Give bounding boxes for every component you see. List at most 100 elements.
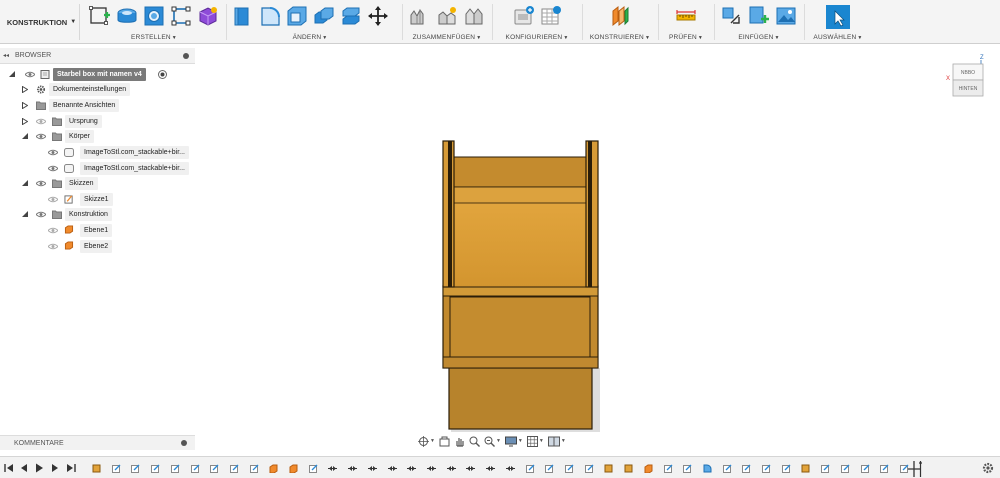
expand-arrow-icon[interactable] [21, 85, 29, 93]
tree-row-root[interactable]: Starbel box mit namen v4 [0, 68, 195, 81]
timeline-sketch-icon[interactable] [545, 464, 554, 473]
expand-arrow-icon[interactable] [21, 132, 29, 140]
timeline-sketch-icon[interactable] [762, 464, 771, 473]
timeline-move-icon[interactable] [368, 464, 377, 473]
visibility-eye-icon[interactable] [48, 243, 58, 250]
pattern-icon[interactable] [170, 5, 192, 27]
timeline-sketch-icon[interactable] [112, 464, 121, 473]
expand-arrow-icon[interactable] [21, 179, 29, 187]
insert-canvas-icon[interactable] [775, 5, 797, 27]
pan-hand-icon[interactable] [454, 436, 465, 447]
look-at-icon[interactable] [439, 436, 450, 447]
timeline-move-icon[interactable] [486, 464, 495, 473]
group-label[interactable]: KONFIGURIEREN▼ [494, 34, 580, 41]
viewports-button[interactable]: ▼ [547, 436, 566, 447]
timeline-body-icon[interactable] [604, 464, 613, 473]
3d-viewport[interactable] [195, 45, 1000, 453]
stackable-box-model[interactable] [442, 140, 600, 432]
timeline-plane-icon[interactable] [644, 464, 653, 473]
tree-row-skizzen[interactable]: Skizzen [0, 177, 195, 190]
orbit-button[interactable]: ▼ [418, 435, 435, 447]
tree-row-ursprung[interactable]: Ursprung [0, 115, 195, 128]
visibility-eye-icon[interactable] [48, 149, 58, 156]
hole-icon[interactable] [143, 5, 165, 27]
measure-icon[interactable] [675, 5, 697, 27]
timeline-sketch-icon[interactable] [309, 464, 318, 473]
new-component-icon[interactable] [409, 5, 431, 27]
timeline-marker-icon[interactable] [906, 461, 922, 477]
group-label[interactable]: ÄNDERN▼ [230, 34, 390, 41]
tree-row-koerper[interactable]: Körper [0, 130, 195, 143]
grid-settings-button[interactable]: ▼ [526, 435, 544, 447]
tree-row-konstruktion[interactable]: Konstruktion [0, 208, 195, 221]
timeline-move-icon[interactable] [328, 464, 337, 473]
go-to-start-icon[interactable] [4, 463, 14, 473]
timeline-sketch-icon[interactable] [171, 464, 180, 473]
timeline-plane-icon[interactable] [269, 464, 278, 473]
fillet-icon[interactable] [259, 5, 281, 27]
press-pull-icon[interactable] [232, 5, 254, 27]
timeline-sketch-icon[interactable] [821, 464, 830, 473]
combine-icon[interactable] [313, 5, 335, 27]
timeline-body-icon[interactable] [92, 464, 101, 473]
timeline-sketch-icon[interactable] [742, 464, 751, 473]
group-label[interactable]: ZUSAMMENFÜGEN▼ [404, 34, 490, 41]
view-cube[interactable]: Z X NBBO HINTEN [945, 52, 995, 102]
as-built-joint-icon[interactable] [463, 5, 485, 27]
timeline-body-icon[interactable] [624, 464, 633, 473]
timeline-move-icon[interactable] [427, 464, 436, 473]
tree-row-body-2[interactable]: ImageToStl.com_stackable+bir... [0, 162, 195, 175]
offset-plane-icon[interactable] [609, 5, 631, 27]
tree-row-benannte-ansichten[interactable]: Benannte Ansichten [0, 99, 195, 112]
workspace-switcher[interactable]: KONSTRUKTION ▼ [4, 4, 80, 40]
timeline-sketch-icon[interactable] [565, 464, 574, 473]
expand-arrow-icon[interactable] [21, 210, 29, 218]
collapse-panel-icon[interactable]: ◂◂ [3, 52, 15, 59]
timeline-sketch-icon[interactable] [230, 464, 239, 473]
timeline-sketch-icon[interactable] [250, 464, 259, 473]
active-radio-icon[interactable] [158, 70, 167, 79]
timeline-move-icon[interactable] [348, 464, 357, 473]
play-icon[interactable] [34, 463, 44, 473]
insert-mesh-icon[interactable] [748, 5, 770, 27]
timeline-move-icon[interactable] [407, 464, 416, 473]
configure-design-icon[interactable] [513, 5, 535, 27]
step-back-icon[interactable] [19, 463, 29, 473]
go-to-end-icon[interactable] [66, 463, 76, 473]
configuration-table-icon[interactable] [540, 5, 562, 27]
timeline-sketch-icon[interactable] [585, 464, 594, 473]
group-label[interactable]: ERSTELLEN▼ [84, 34, 224, 41]
select-icon[interactable] [825, 4, 851, 30]
timeline-sketch-icon[interactable] [151, 464, 160, 473]
tree-row-skizze1[interactable]: Skizze1 [0, 193, 195, 206]
visibility-eye-icon[interactable] [48, 165, 58, 172]
timeline-sketch-icon[interactable] [861, 464, 870, 473]
timeline-sketch-icon[interactable] [191, 464, 200, 473]
zoom-icon[interactable] [469, 436, 480, 447]
group-label[interactable]: KONSTRUIEREN▼ [584, 34, 656, 41]
tree-row-dokumenteinstellungen[interactable]: Dokumenteinstellungen [0, 83, 195, 96]
timeline-sketch-icon[interactable] [782, 464, 791, 473]
group-label[interactable]: EINFÜGEN▼ [716, 34, 802, 41]
timeline-fillet-icon[interactable] [703, 464, 712, 473]
group-label[interactable]: AUSWÄHLEN▼ [806, 34, 870, 41]
create-form-icon[interactable] [197, 5, 219, 27]
extrude-icon[interactable] [116, 5, 138, 27]
timeline-move-icon[interactable] [506, 464, 515, 473]
add-comment-icon[interactable] [181, 440, 187, 446]
move-icon[interactable] [367, 5, 389, 27]
timeline-sketch-icon[interactable] [841, 464, 850, 473]
timeline-sketch-icon[interactable] [880, 464, 889, 473]
insert-derive-icon[interactable] [721, 5, 743, 27]
zoom-window-button[interactable]: ▼ [484, 436, 501, 447]
scale-icon[interactable] [340, 5, 362, 27]
tree-row-ebene1[interactable]: Ebene1 [0, 224, 195, 237]
visibility-eye-icon[interactable] [48, 227, 58, 234]
timeline-move-icon[interactable] [447, 464, 456, 473]
visibility-eye-icon[interactable] [36, 133, 46, 140]
timeline-sketch-icon[interactable] [683, 464, 692, 473]
timeline-move-icon[interactable] [388, 464, 397, 473]
visibility-eye-icon[interactable] [48, 196, 58, 203]
create-sketch-icon[interactable] [89, 5, 111, 27]
comments-panel-header[interactable]: KOMMENTARE [0, 435, 195, 450]
